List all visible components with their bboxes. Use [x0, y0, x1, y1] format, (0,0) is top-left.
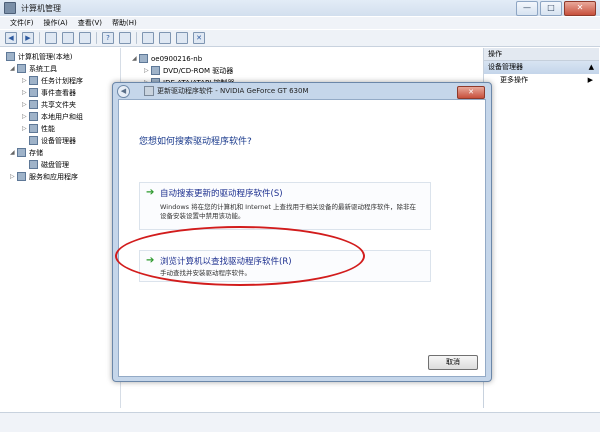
forward-icon[interactable]: ▶ — [22, 32, 34, 44]
auto-search-description: Windows 将在您的计算机和 Internet 上查找用于相关设备的最新驱动… — [160, 203, 417, 220]
expand-arrow-icon[interactable]: ▷ — [144, 67, 149, 74]
expand-arrow-icon[interactable]: ◢ — [10, 149, 15, 156]
tools-icon — [17, 64, 26, 73]
collapse-arrow-icon[interactable]: ▲ — [589, 61, 594, 74]
disk-icon — [29, 160, 38, 169]
tree-item-services-applications[interactable]: ▷ 服务和应用程序 — [10, 171, 78, 182]
up-folder-icon[interactable] — [45, 32, 57, 44]
dvd-drive-icon — [151, 66, 160, 75]
show-tree-icon[interactable] — [62, 32, 74, 44]
navigation-tree: 计算机管理(本地) ◢ 系统工具 ▷ 任务计划程序 ▷ 事件查看器 ▷ 共享文件夹 ▷ 本… — [4, 48, 121, 408]
toolbar-separator — [39, 32, 40, 44]
services-icon — [17, 172, 26, 181]
tree-item-storage[interactable]: ◢ 存储 — [10, 147, 43, 158]
event-viewer-icon — [29, 88, 38, 97]
menu-file[interactable]: 文件(F) — [10, 18, 34, 28]
more-actions-link[interactable]: 更多操作 ▶ — [484, 74, 599, 86]
dialog-caption: ◀ 更新驱动程序软件 - NVIDIA GeForce GT 630M — [117, 84, 309, 98]
device-manager-icon — [29, 136, 38, 145]
window-title: 计算机管理 — [21, 3, 61, 13]
expand-arrow-icon[interactable]: ▷ — [22, 125, 27, 132]
expand-arrow-icon[interactable]: ◢ — [10, 65, 15, 72]
menu-bar: 文件(F) 操作(A) 查看(V) 帮助(H) — [0, 17, 600, 29]
tree-item-device-manager[interactable]: 设备管理器 — [22, 135, 76, 146]
tree-item-system-tools[interactable]: ◢ 系统工具 — [10, 63, 57, 74]
help-icon[interactable]: ? — [102, 32, 114, 44]
expand-arrow-icon[interactable]: ▷ — [10, 173, 15, 180]
performance-icon — [29, 124, 38, 133]
action-pane-icon[interactable] — [119, 32, 131, 44]
computer-icon — [139, 54, 148, 63]
clock-icon — [29, 76, 38, 85]
toolbar: ◀ ▶ ? ✕ — [0, 30, 600, 47]
update-driver-icon[interactable] — [159, 32, 171, 44]
storage-icon — [17, 148, 26, 157]
tree-item-performance[interactable]: ▷ 性能 — [22, 123, 55, 134]
computer-icon — [6, 52, 15, 61]
dialog-title: 更新驱动程序软件 - NVIDIA GeForce GT 630M — [157, 87, 309, 95]
auto-search-option[interactable]: ➔ 自动搜索更新的驱动程序软件(S) Windows 将在您的计算机和 Inte… — [139, 182, 431, 230]
tree-item-shared-folders[interactable]: ▷ 共享文件夹 — [22, 99, 76, 110]
submenu-arrow-icon: ▶ — [587, 76, 593, 84]
red-highlight-annotation — [115, 226, 365, 286]
actions-section-device-manager[interactable]: 设备管理器 ▲ — [484, 61, 599, 74]
expand-arrow-icon[interactable]: ▷ — [22, 101, 27, 108]
tree-item-computer-management[interactable]: 计算机管理(本地) — [6, 51, 72, 62]
shared-folder-icon — [29, 100, 38, 109]
expand-arrow-icon[interactable]: ▷ — [22, 89, 27, 96]
minimize-button[interactable]: — — [516, 1, 538, 16]
dialog-question: 您想如何搜索驱动程序软件? — [139, 137, 252, 147]
actions-header: 操作 — [484, 48, 599, 61]
device-category-dvd[interactable]: ▷ DVD/CD-ROM 驱动器 — [144, 65, 233, 76]
status-bar — [0, 412, 600, 432]
back-arrow-icon[interactable]: ◀ — [117, 84, 130, 98]
toolbar-separator — [96, 32, 97, 44]
computer-management-icon — [4, 2, 16, 14]
expand-arrow-icon[interactable]: ▷ — [22, 77, 27, 84]
dialog-close-button[interactable]: ✕ — [457, 86, 485, 99]
device-root[interactable]: ◢ oe0900216-nb — [132, 53, 202, 64]
close-button[interactable]: ✕ — [564, 1, 596, 16]
cancel-button[interactable]: 取消 — [428, 355, 478, 370]
users-icon — [29, 112, 38, 121]
tree-item-local-users-groups[interactable]: ▷ 本地用户和组 — [22, 111, 83, 122]
tree-item-event-viewer[interactable]: ▷ 事件查看器 — [22, 87, 76, 98]
menu-help[interactable]: 帮助(H) — [112, 18, 137, 28]
expand-arrow-icon[interactable]: ▷ — [22, 113, 27, 120]
disable-device-icon[interactable] — [176, 32, 188, 44]
expand-arrow-icon[interactable]: ◢ — [132, 55, 137, 62]
auto-search-title: 自动搜索更新的驱动程序软件(S) — [160, 189, 283, 199]
actions-pane: 操作 设备管理器 ▲ 更多操作 ▶ — [483, 48, 599, 408]
properties-icon[interactable] — [79, 32, 91, 44]
green-arrow-icon: ➔ — [146, 187, 155, 198]
tree-item-disk-management[interactable]: 磁盘管理 — [22, 159, 69, 170]
title-bar: 计算机管理 — □ ✕ — [0, 0, 600, 16]
tree-item-task-scheduler[interactable]: ▷ 任务计划程序 — [22, 75, 83, 86]
menu-view[interactable]: 查看(V) — [78, 18, 102, 28]
scan-hardware-icon[interactable] — [142, 32, 154, 44]
device-icon — [144, 86, 154, 96]
menu-action[interactable]: 操作(A) — [44, 18, 68, 28]
back-icon[interactable]: ◀ — [5, 32, 17, 44]
toolbar-separator — [136, 32, 137, 44]
maximize-button[interactable]: □ — [540, 1, 562, 16]
uninstall-device-icon[interactable]: ✕ — [193, 32, 205, 44]
